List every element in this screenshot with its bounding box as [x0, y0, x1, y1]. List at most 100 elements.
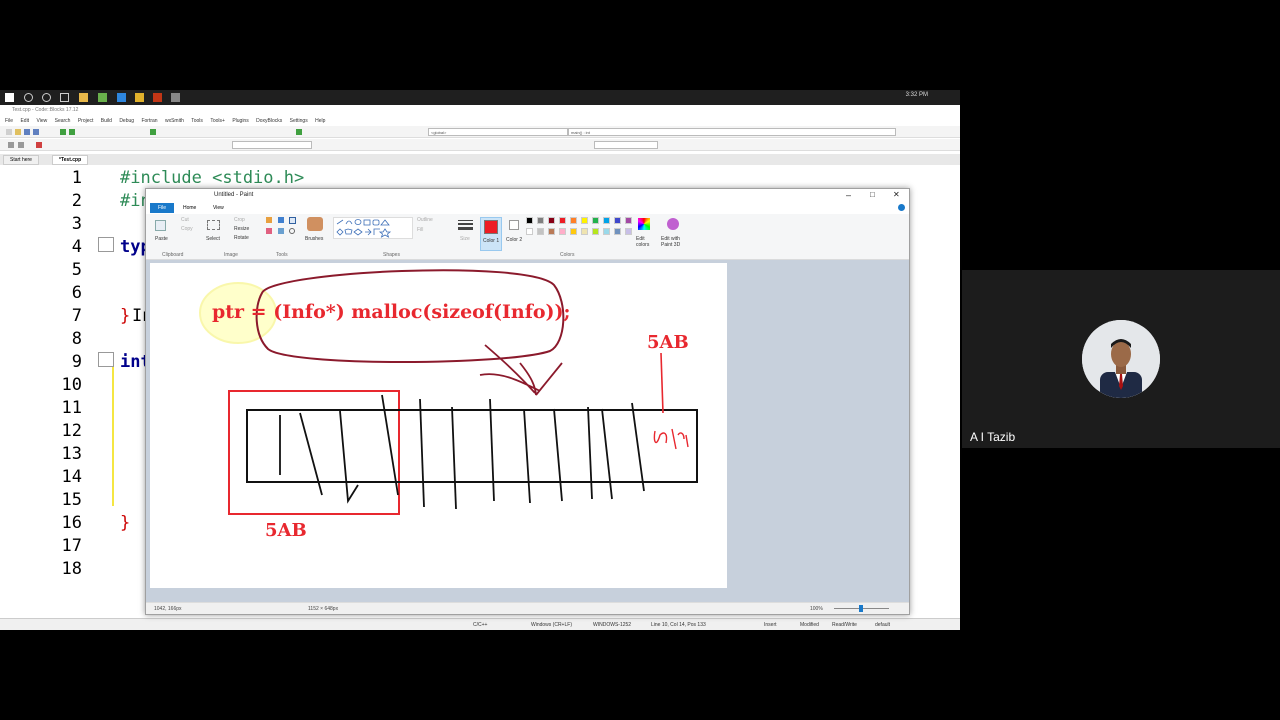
cortana-icon[interactable]: [42, 93, 51, 102]
bookmark-icon[interactable]: [36, 142, 42, 148]
forward-icon[interactable]: [18, 142, 24, 148]
debug-icon[interactable]: [296, 129, 302, 135]
palette-swatch[interactable]: [625, 217, 632, 224]
select-label[interactable]: Select: [206, 236, 220, 242]
palette-swatch[interactable]: [537, 217, 544, 224]
save-all-icon[interactable]: [33, 129, 39, 135]
crop-button[interactable]: Crop: [234, 217, 245, 223]
fill-icon[interactable]: [278, 217, 284, 223]
palette-swatch[interactable]: [614, 217, 621, 224]
menu-build[interactable]: Build: [101, 118, 112, 124]
palette-swatch[interactable]: [603, 217, 610, 224]
palette-swatch[interactable]: [526, 228, 533, 235]
find-combo[interactable]: [594, 141, 658, 149]
zoom-slider-thumb[interactable]: [859, 605, 863, 612]
paint3d-icon[interactable]: [667, 218, 679, 230]
text-icon[interactable]: [289, 217, 296, 224]
tab-test-cpp[interactable]: *Test.cpp: [52, 155, 89, 165]
palette-swatch[interactable]: [526, 217, 533, 224]
menu-help[interactable]: Help: [315, 118, 325, 124]
menu-view[interactable]: View: [36, 118, 47, 124]
color1-selector[interactable]: Color 1: [480, 217, 502, 251]
cut-button[interactable]: Cut: [181, 217, 189, 223]
menu-fortran[interactable]: Fortran: [141, 118, 157, 124]
task-view-icon[interactable]: [60, 93, 69, 102]
shapes-gallery[interactable]: [333, 217, 413, 239]
edit-paint3d-label[interactable]: Edit with Paint 3D: [661, 236, 691, 248]
palette-swatch[interactable]: [581, 228, 588, 235]
rotate-button[interactable]: Rotate: [234, 235, 249, 241]
fold-marker[interactable]: [98, 237, 114, 252]
fill-button[interactable]: Fill: [417, 227, 423, 233]
menu-settings[interactable]: Settings: [290, 118, 308, 124]
edit-colors-label[interactable]: Edit colors: [636, 236, 656, 248]
palette-swatch[interactable]: [592, 217, 599, 224]
palette-swatch[interactable]: [559, 217, 566, 224]
palette-swatch[interactable]: [570, 217, 577, 224]
help-icon[interactable]: [898, 204, 905, 211]
save-icon[interactable]: [24, 129, 30, 135]
brushes-label[interactable]: Brushes: [305, 236, 323, 242]
tab-start-here[interactable]: Start here: [3, 155, 39, 165]
size-icon[interactable]: [458, 218, 473, 231]
paste-label[interactable]: Paste: [155, 236, 168, 242]
back-icon[interactable]: [8, 142, 14, 148]
palette-swatch[interactable]: [603, 228, 610, 235]
tab-view[interactable]: View: [213, 205, 224, 211]
color2-label[interactable]: Color 2: [506, 237, 522, 243]
menu-file[interactable]: File: [5, 118, 13, 124]
eraser-icon[interactable]: [266, 228, 272, 234]
app-icon[interactable]: [98, 93, 107, 102]
menu-tools-plus[interactable]: Tools+: [210, 118, 225, 124]
app-icon[interactable]: [135, 93, 144, 102]
pencil-icon[interactable]: [266, 217, 272, 223]
palette-swatch[interactable]: [548, 228, 555, 235]
fold-marker[interactable]: [98, 352, 114, 367]
new-file-icon[interactable]: [6, 129, 12, 135]
size-label[interactable]: Size: [460, 236, 470, 242]
menu-project[interactable]: Project: [78, 118, 94, 124]
open-icon[interactable]: [15, 129, 21, 135]
search-combo[interactable]: [232, 141, 312, 149]
menu-plugins[interactable]: Plugins: [232, 118, 248, 124]
search-icon[interactable]: [24, 93, 33, 102]
tab-home[interactable]: Home: [183, 205, 196, 211]
menu-search[interactable]: Search: [55, 118, 71, 124]
menu-debug[interactable]: Debug: [119, 118, 134, 124]
palette-swatch[interactable]: [625, 228, 632, 235]
palette-swatch[interactable]: [570, 228, 577, 235]
scope-combo[interactable]: <global>: [428, 128, 568, 136]
run-icon[interactable]: [69, 129, 75, 135]
build-run-icon[interactable]: [150, 129, 156, 135]
menu-tools[interactable]: Tools: [191, 118, 203, 124]
app-icon[interactable]: [117, 93, 126, 102]
close-icon[interactable]: ✕: [893, 190, 900, 199]
menu-doxyblocks[interactable]: DoxyBlocks: [256, 118, 282, 124]
palette-swatch[interactable]: [592, 228, 599, 235]
copy-button[interactable]: Copy: [181, 226, 193, 232]
resize-button[interactable]: Resize: [234, 226, 249, 232]
menu-edit[interactable]: Edit: [20, 118, 29, 124]
palette-swatch[interactable]: [548, 217, 555, 224]
minimize-icon[interactable]: –: [846, 190, 851, 200]
tab-file[interactable]: File: [150, 203, 175, 213]
color-picker-icon[interactable]: [278, 228, 284, 234]
brushes-icon[interactable]: [307, 217, 323, 231]
build-icon[interactable]: [60, 129, 66, 135]
palette-swatch[interactable]: [537, 228, 544, 235]
palette-swatch[interactable]: [559, 228, 566, 235]
magnifier-icon[interactable]: [289, 228, 295, 234]
paint-taskbar-icon[interactable]: [171, 93, 180, 102]
paint-window[interactable]: Untitled - Paint – □ ✕ File Home View Pa…: [145, 188, 910, 615]
palette-swatch[interactable]: [614, 228, 621, 235]
outline-button[interactable]: Outline: [417, 217, 433, 223]
file-explorer-icon[interactable]: [79, 93, 88, 102]
start-icon[interactable]: [5, 93, 14, 102]
palette-swatch[interactable]: [581, 217, 588, 224]
menu-wxsmith[interactable]: wxSmith: [165, 118, 184, 124]
color2-swatch[interactable]: [509, 220, 519, 230]
app-icon[interactable]: [153, 93, 162, 102]
color-palette[interactable]: [526, 217, 636, 239]
maximize-icon[interactable]: □: [870, 190, 875, 199]
paste-icon[interactable]: [155, 220, 166, 231]
